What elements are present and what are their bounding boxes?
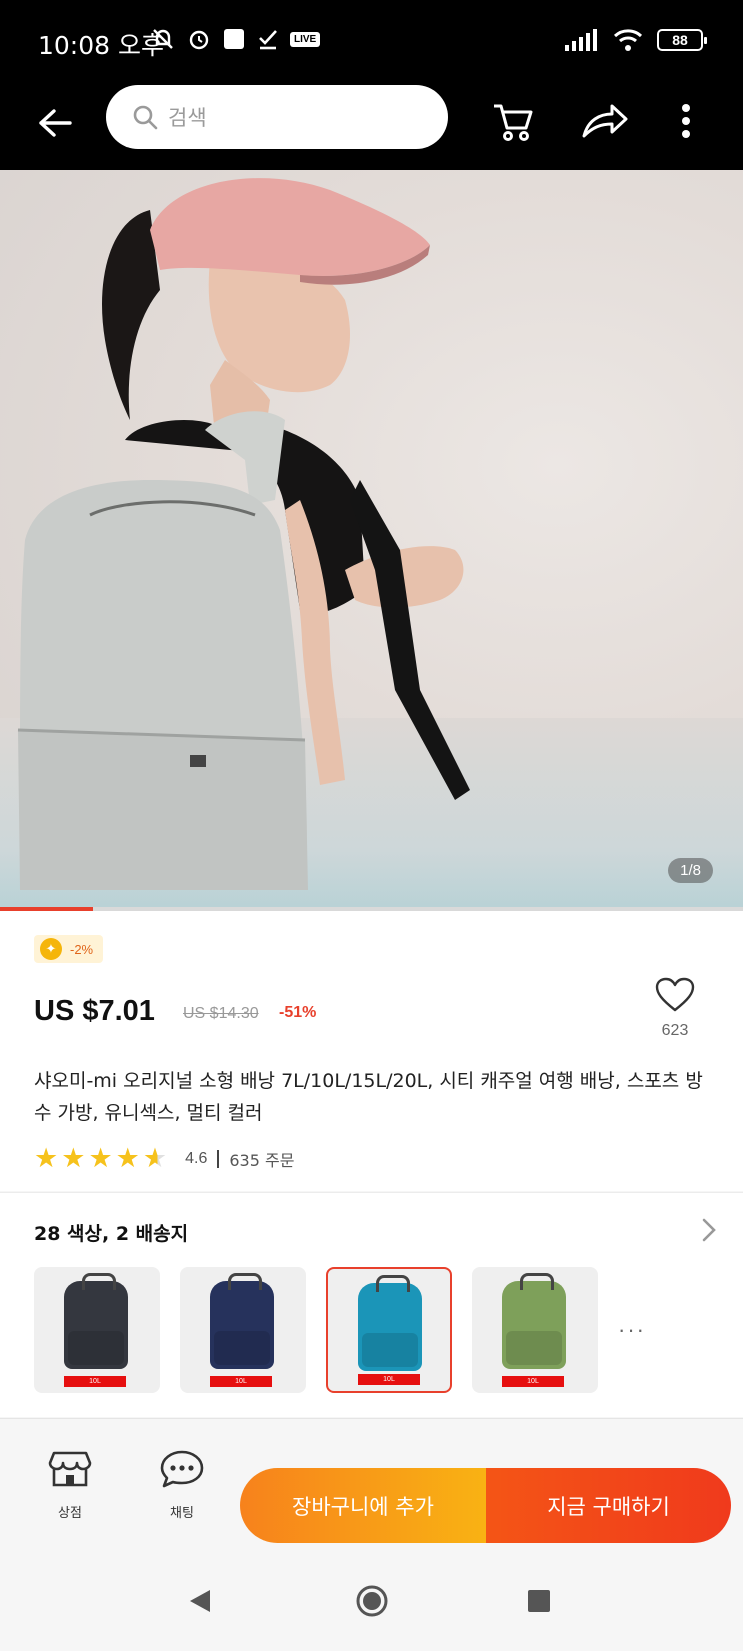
signal-icon — [565, 29, 597, 51]
discount-percent: -51% — [279, 1004, 317, 1021]
color-swatch[interactable]: 10L — [180, 1267, 306, 1393]
image-counter: 1/8 — [668, 858, 713, 883]
more-swatches-icon[interactable]: ··· — [618, 1317, 646, 1343]
variant-selector[interactable]: 28 색상, 2 배송지 10L 10L 10L 10L ··· — [0, 1192, 743, 1417]
alarm-icon — [189, 30, 209, 50]
more-vertical-icon — [682, 104, 690, 138]
color-swatch[interactable]: 10L — [472, 1267, 598, 1393]
chevron-right-icon — [702, 1218, 716, 1242]
size-tag: 10L — [502, 1376, 564, 1387]
size-tag: 10L — [210, 1376, 272, 1387]
backpack-thumbnail — [210, 1273, 274, 1369]
size-tag: 10L — [64, 1376, 126, 1387]
backpack-thumbnail — [358, 1275, 422, 1371]
size-tag: 10L — [358, 1374, 420, 1385]
color-swatch[interactable]: 10L — [326, 1267, 452, 1393]
rating-separator — [217, 1149, 220, 1168]
add-to-cart-button[interactable]: 장바구니에 추가 — [240, 1468, 486, 1543]
purchase-buttons: 장바구니에 추가 지금 구매하기 — [240, 1468, 731, 1543]
backpack-pocket — [214, 1331, 270, 1365]
coin-discount-text: -2% — [70, 941, 94, 957]
backpack-pocket — [68, 1331, 124, 1365]
rating-stars: ★ ★ ★ ★ ★ — [34, 1145, 167, 1172]
battery-indicator: 88 — [657, 29, 707, 51]
back-arrow-icon — [39, 109, 72, 137]
order-count: 635 주문 — [229, 1150, 295, 1170]
product-info: ✦ -2% US $7.01 US $14.30 -51% 623 샤오미-mi… — [0, 911, 743, 1191]
store-label: 상점 — [58, 1506, 82, 1521]
top-navigation: 검색 — [0, 80, 743, 170]
variants-title: 28 색상, 2 배송지 — [34, 1223, 189, 1245]
backpack-pocket — [506, 1331, 562, 1365]
product-image-gallery[interactable]: 1/8 — [0, 170, 743, 908]
rating-row[interactable]: ★ ★ ★ ★ ★ 4.6 635 주문 — [34, 1145, 294, 1172]
notification-square-icon — [224, 29, 244, 49]
wishlist-count: 623 — [661, 1022, 689, 1039]
heart-icon — [655, 977, 695, 1012]
star-icon: ★ — [88, 1143, 113, 1173]
bottom-action-bar: 상점 채팅 장바구니에 추가 지금 구매하기 — [0, 1418, 743, 1560]
chat-button[interactable]: 채팅 — [156, 1449, 208, 1521]
chat-icon — [160, 1450, 204, 1488]
mute-bell-icon — [153, 29, 173, 49]
coin-icon: ✦ — [40, 938, 62, 960]
coin-discount-badge[interactable]: ✦ -2% — [34, 935, 104, 963]
system-navigation-bar — [0, 1560, 743, 1651]
star-icon: ★ — [61, 1143, 86, 1173]
system-recents-button[interactable] — [528, 1590, 550, 1612]
system-back-button[interactable] — [188, 1588, 212, 1619]
backpack-thumbnail — [502, 1273, 566, 1369]
star-icon: ★ — [115, 1143, 140, 1173]
back-button[interactable] — [30, 98, 80, 148]
variants-expand-button[interactable] — [701, 1217, 717, 1248]
circle-home-icon — [356, 1585, 388, 1617]
download-check-icon — [259, 30, 277, 50]
more-options-button[interactable] — [680, 98, 692, 149]
cart-button[interactable] — [490, 98, 536, 149]
wifi-icon — [613, 29, 643, 51]
product-photo — [17, 178, 470, 890]
status-icons-right: 88 — [565, 28, 707, 52]
cart-icon — [494, 104, 533, 141]
system-home-button[interactable] — [355, 1584, 389, 1623]
live-badge: LIVE — [290, 31, 321, 47]
rating-value: 4.6 — [185, 1149, 208, 1167]
color-swatch[interactable]: 10L — [34, 1267, 160, 1393]
wishlist-button[interactable]: 623 — [652, 977, 698, 1040]
chat-label: 채팅 — [170, 1506, 194, 1521]
product-title: 샤오미-mi 오리지널 소형 배낭 7L/10L/15L/20L, 시티 캐주얼… — [34, 1070, 703, 1124]
status-icons-left: LIVE — [150, 26, 321, 52]
share-icon — [582, 104, 628, 138]
search-placeholder: 검색 — [168, 106, 207, 130]
store-icon — [48, 1451, 92, 1487]
backpack-pocket — [362, 1333, 418, 1367]
status-bar: 10:08 오후 LIVE 88 — [0, 0, 743, 80]
current-price: US $7.01 — [34, 995, 155, 1027]
search-icon — [133, 105, 158, 130]
color-swatches: 10L 10L 10L 10L ··· — [34, 1267, 646, 1393]
triangle-back-icon — [190, 1590, 210, 1612]
store-button[interactable]: 상점 — [44, 1449, 96, 1521]
buy-now-button[interactable]: 지금 구매하기 — [486, 1468, 731, 1543]
star-icon: ★ — [34, 1143, 59, 1173]
original-price: US $14.30 — [183, 1005, 259, 1022]
share-button[interactable] — [580, 98, 630, 149]
status-time: 10:08 오후 — [38, 31, 164, 60]
search-input[interactable]: 검색 — [106, 85, 448, 149]
star-icon: ★ — [142, 1143, 168, 1173]
backpack-thumbnail — [64, 1273, 128, 1369]
